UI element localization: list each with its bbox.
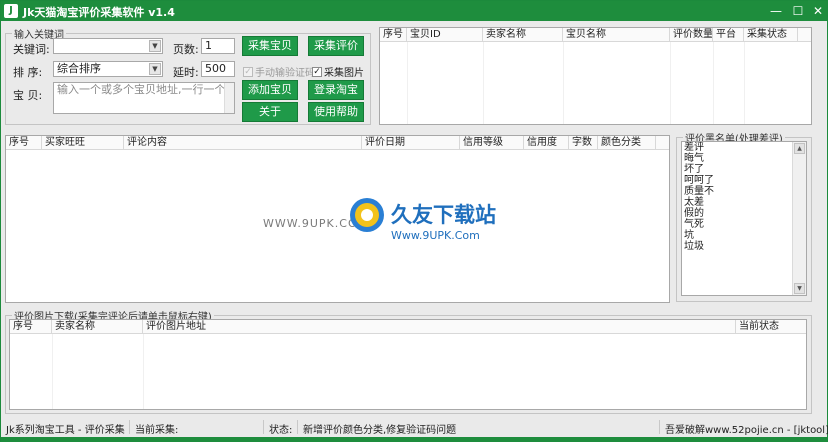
items-col-index[interactable]: 序号 <box>380 28 407 42</box>
image-download-table[interactable]: 序号 卖家名称 评价图片地址 当前状态 <box>9 319 807 410</box>
status-value: 新增评价颜色分类,修复验证码问题 <box>303 425 457 436</box>
pages-label: 页数: <box>173 43 199 56</box>
items-col-item-name[interactable]: 宝贝名称 <box>563 28 670 42</box>
help-button[interactable]: 使用帮助 <box>308 102 364 122</box>
reviews-col-content[interactable]: 评论内容 <box>124 136 362 150</box>
reviews-table-header: 序号 买家旺旺 评论内容 评价日期 信用等级 信用度 字数 颜色分类 <box>6 136 669 150</box>
collect-images-checkbox[interactable]: ✓ 采集图片 <box>312 64 364 79</box>
window-title: Jk天猫淘宝评价采集软件 v1.4 <box>23 6 175 19</box>
column-divider <box>52 334 53 409</box>
reviews-col-credit-level[interactable]: 信用等级 <box>460 136 524 150</box>
timeout-input[interactable]: 500 <box>201 61 235 77</box>
status-label: 状态: <box>269 425 293 436</box>
status-bar: Jk系列淘宝工具 - 评价采集 当前采集: 状态: 新增评价颜色分类,修复验证码… <box>1 419 828 436</box>
watermark: WWW.9UPK.COM 久友下载站 Www.9UPK.Com <box>263 191 523 255</box>
reviews-col-buyer[interactable]: 买家旺旺 <box>42 136 124 150</box>
blacklist-item: 晦气 <box>684 153 704 164</box>
status-separator <box>129 420 130 434</box>
maximize-button[interactable]: ☐ <box>787 2 809 20</box>
app-window: J Jk天猫淘宝评价采集软件 v1.4 — ☐ ✕ 输入关键词 关键词: ▼ 页… <box>0 0 828 442</box>
blacklist-textarea[interactable]: 差评 晦气 坏了 呵呵了 质量不 太差 假的 气死 坑 垃圾 ▲ ▼ <box>681 141 807 296</box>
image-col-index[interactable]: 序号 <box>10 320 52 334</box>
sort-value: 综合排序 <box>57 62 101 75</box>
items-col-seller[interactable]: 卖家名称 <box>483 28 563 42</box>
items-col-platform[interactable]: 平台 <box>713 28 744 42</box>
blacklist-item: 垃圾 <box>684 241 704 252</box>
reviews-col-date[interactable]: 评价日期 <box>362 136 460 150</box>
collect-images-check-icon: ✓ <box>312 66 322 77</box>
blacklist-item: 气死 <box>684 219 704 230</box>
blacklist-item: 坏了 <box>684 164 704 175</box>
blacklist-item: 质量不 <box>684 186 714 197</box>
blacklist-item: 坑 <box>684 230 694 241</box>
column-divider <box>670 42 671 124</box>
status-current-label: 当前采集: <box>135 425 179 436</box>
reviews-col-index[interactable]: 序号 <box>6 136 42 150</box>
pages-input[interactable]: 1 <box>201 38 235 54</box>
blacklist-item: 差评 <box>684 142 704 153</box>
minimize-button[interactable]: — <box>765 2 787 20</box>
timeout-label: 延时: <box>173 66 199 79</box>
collect-images-label: 采集图片 <box>324 68 364 79</box>
blacklist-scrollbar[interactable]: ▲ ▼ <box>792 142 806 295</box>
login-taobao-button[interactable]: 登录淘宝 <box>308 80 364 100</box>
reviews-col-word-count[interactable]: 字数 <box>569 136 598 150</box>
items-col-review-count[interactable]: 评价数量 <box>670 28 713 42</box>
column-divider <box>563 42 564 124</box>
blacklist-item: 假的 <box>684 208 704 219</box>
manual-captcha-check-icon: ✓ <box>243 66 253 77</box>
image-table-header: 序号 卖家名称 评价图片地址 当前状态 <box>10 320 806 334</box>
status-separator <box>297 420 298 434</box>
watermark-logo-icon <box>350 198 384 232</box>
about-button[interactable]: 关于 <box>242 102 298 122</box>
status-credit: 吾爱破解www.52pojie.cn - [jktool] <box>665 425 828 436</box>
keyword-input[interactable]: ▼ <box>53 38 163 54</box>
items-col-item-id[interactable]: 宝贝ID <box>407 28 483 42</box>
reviews-col-color[interactable]: 颜色分类 <box>598 136 656 150</box>
watermark-brand: 久友下载站 <box>391 203 496 227</box>
title-bar: J Jk天猫淘宝评价采集软件 v1.4 — ☐ ✕ <box>1 1 827 21</box>
keyword-dropdown-arrow-icon[interactable]: ▼ <box>149 40 161 52</box>
item-label: 宝 贝: <box>13 89 43 102</box>
collect-reviews-button[interactable]: 采集评价 <box>308 36 364 56</box>
image-col-status[interactable]: 当前状态 <box>736 320 806 334</box>
scroll-down-icon[interactable]: ▼ <box>794 283 805 294</box>
status-app-name: Jk系列淘宝工具 - 评价采集 <box>6 425 125 436</box>
manual-captcha-label: 手动输验证码 <box>255 68 315 79</box>
item-url-scrollbar[interactable] <box>224 83 234 113</box>
scroll-up-icon[interactable]: ▲ <box>794 143 805 154</box>
close-button[interactable]: ✕ <box>807 2 828 20</box>
items-table-header: 序号 宝贝ID 卖家名称 宝贝名称 评价数量 平台 采集状态 <box>380 28 811 42</box>
image-col-url[interactable]: 评价图片地址 <box>143 320 736 334</box>
image-col-seller[interactable]: 卖家名称 <box>52 320 143 334</box>
reviews-col-credit[interactable]: 信用度 <box>524 136 569 150</box>
column-divider <box>713 42 714 124</box>
keyword-label: 关键词: <box>13 43 50 56</box>
watermark-url-bottom: Www.9UPK.Com <box>391 229 480 242</box>
status-separator <box>659 420 660 434</box>
collect-items-button[interactable]: 采集宝贝 <box>242 36 298 56</box>
items-col-status[interactable]: 采集状态 <box>744 28 798 42</box>
blacklist-item: 太差 <box>684 197 704 208</box>
bottom-accent-bar <box>1 437 827 442</box>
sort-label: 排 序: <box>13 66 43 79</box>
column-divider <box>483 42 484 124</box>
manual-captcha-checkbox[interactable]: ✓ 手动输验证码 <box>243 64 315 79</box>
column-divider <box>143 334 144 409</box>
column-divider <box>407 42 408 124</box>
column-divider <box>744 42 745 124</box>
sort-dropdown-arrow-icon[interactable]: ▼ <box>149 63 161 75</box>
sort-select[interactable]: 综合排序 ▼ <box>53 61 163 77</box>
item-url-textarea[interactable]: 输入一个或多个宝贝地址,一行一个 <box>53 82 235 114</box>
status-separator <box>263 420 264 434</box>
blacklist-item: 呵呵了 <box>684 175 714 186</box>
item-url-placeholder: 输入一个或多个宝贝地址,一行一个 <box>57 83 226 96</box>
items-table[interactable]: 序号 宝贝ID 卖家名称 宝贝名称 评价数量 平台 采集状态 <box>379 27 812 125</box>
app-icon: J <box>4 4 18 18</box>
add-item-button[interactable]: 添加宝贝 <box>242 80 298 100</box>
